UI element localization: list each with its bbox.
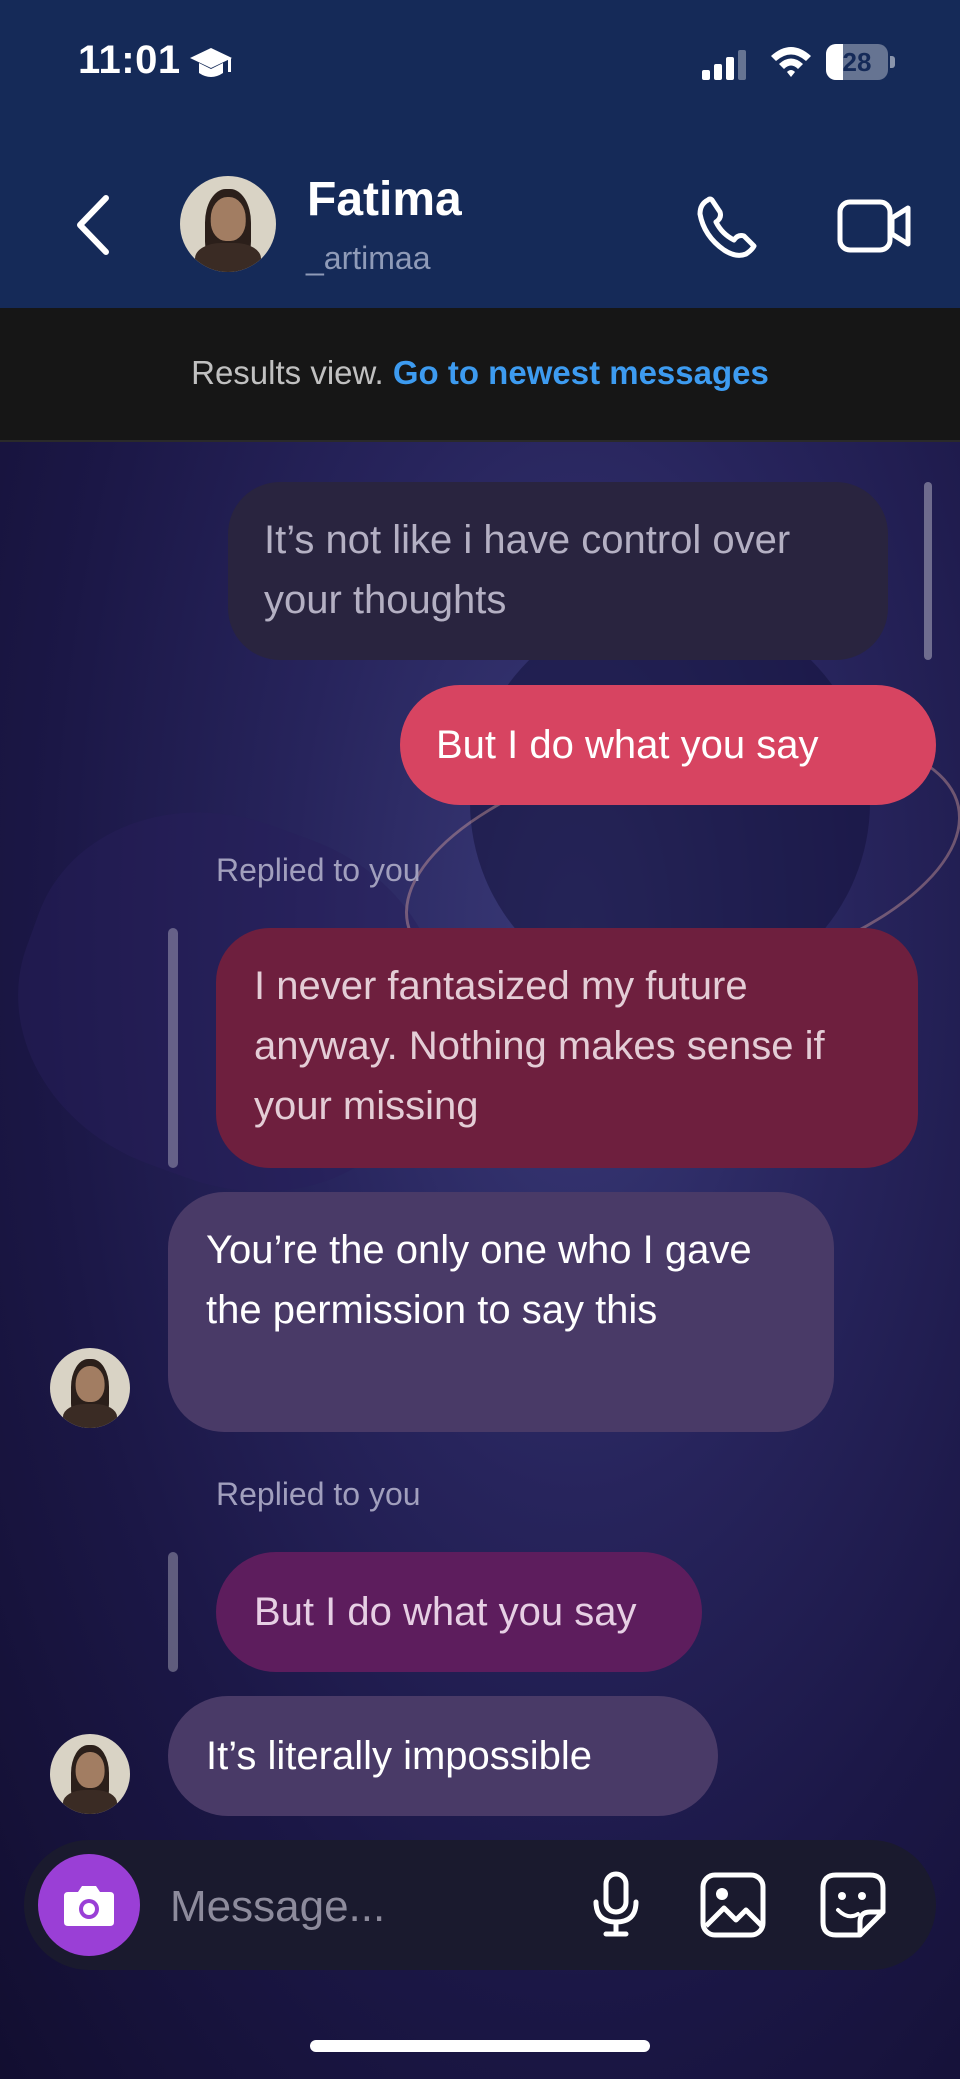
gallery-icon[interactable]: [698, 1870, 768, 1940]
contact-name[interactable]: Fatima: [307, 172, 462, 227]
chat-scrollbar[interactable]: [924, 482, 932, 660]
avatar-face: [75, 1751, 105, 1789]
contact-avatar[interactable]: [180, 176, 276, 272]
avatar-face: [75, 1365, 105, 1403]
message-input[interactable]: [168, 1876, 572, 1938]
status-time: 11:01: [78, 38, 181, 82]
received-message-bubble[interactable]: It’s literally impossible: [168, 1696, 718, 1816]
replied-to-label: Replied to you: [216, 852, 421, 888]
wifi-icon: [771, 47, 811, 77]
reply-quote-line: [168, 928, 178, 1168]
results-view-label: Results view.: [191, 354, 384, 391]
battery-tip: [890, 56, 895, 68]
cellular-signal-icon: [702, 50, 746, 80]
reply-quote-line: [168, 1552, 178, 1672]
quoted-message-bubble[interactable]: I never fantasized my future anyway. Not…: [216, 928, 918, 1168]
graduation-cap-icon: [190, 48, 232, 77]
battery-icon: 28: [826, 44, 896, 80]
go-to-newest-link[interactable]: Go to newest messages: [393, 354, 769, 391]
home-indicator[interactable]: [310, 2040, 650, 2052]
chat-thread[interactable]: It’s not like i have control over your t…: [0, 442, 960, 2079]
avatar-face: [210, 197, 246, 242]
message-composer: [24, 1840, 936, 1970]
replied-to-label: Replied to you: [216, 1476, 421, 1512]
sent-message-bubble[interactable]: It’s not like i have control over your t…: [228, 482, 888, 660]
back-chevron-icon[interactable]: [70, 190, 118, 260]
video-call-icon[interactable]: [836, 196, 912, 256]
camera-button[interactable]: [38, 1854, 140, 1956]
sender-avatar[interactable]: [50, 1348, 130, 1428]
received-message-bubble[interactable]: You’re the only one who I gave the permi…: [168, 1192, 834, 1432]
microphone-icon[interactable]: [586, 1870, 646, 1940]
quoted-message-bubble[interactable]: But I do what you say: [216, 1552, 702, 1672]
chat-header: 11:01 28 Fatima _artimaa: [0, 0, 960, 308]
results-view-bar: Results view. Go to newest messages: [0, 308, 960, 442]
avatar-body: [195, 243, 261, 272]
battery-level: 28: [842, 47, 872, 77]
sent-message-bubble[interactable]: But I do what you say: [400, 685, 936, 805]
camera-icon: [64, 1886, 114, 1926]
avatar-body: [62, 1404, 118, 1428]
avatar-body: [62, 1790, 118, 1814]
phone-call-icon[interactable]: [690, 192, 770, 262]
sender-avatar[interactable]: [50, 1734, 130, 1814]
sticker-icon[interactable]: [818, 1870, 888, 1940]
contact-username[interactable]: _artimaa: [306, 240, 431, 277]
